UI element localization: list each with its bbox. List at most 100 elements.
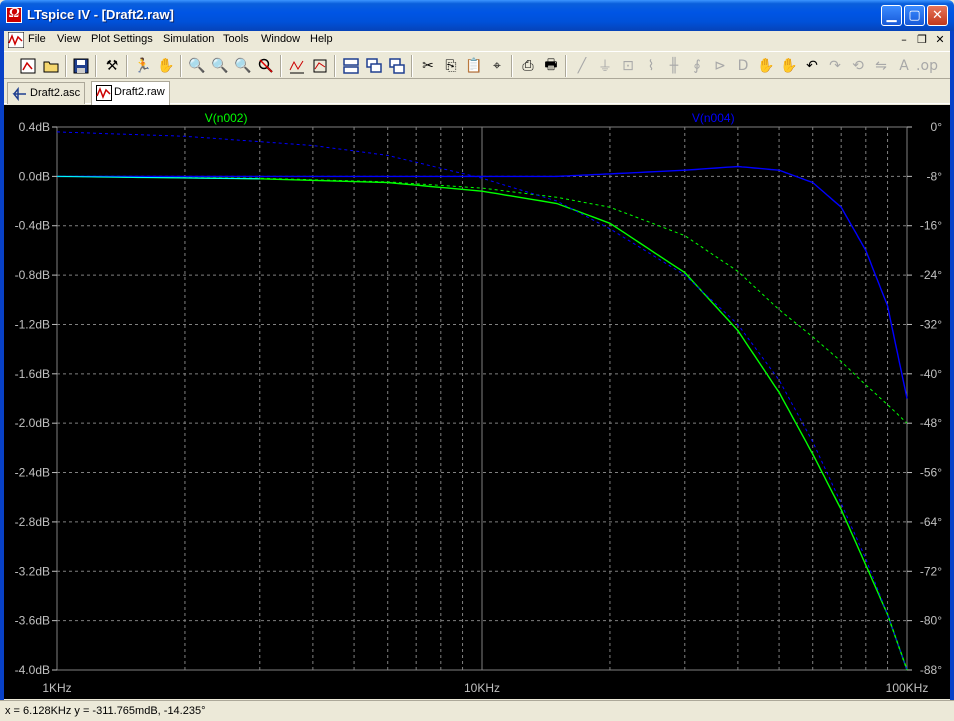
- menu-window[interactable]: Window: [261, 33, 300, 45]
- toolbar-separator: [511, 55, 513, 77]
- menu-plot-settings[interactable]: Plot Settings: [91, 33, 153, 45]
- text-icon[interactable]: A: [894, 56, 914, 76]
- menu-view[interactable]: View: [57, 33, 81, 45]
- tile-vertical-icon[interactable]: [387, 56, 407, 76]
- right-axis-label: -48°: [920, 416, 942, 430]
- waveform-icon: [96, 85, 112, 101]
- drag-icon[interactable]: ✋: [779, 56, 799, 76]
- new-schematic-icon[interactable]: [18, 56, 38, 76]
- title-bar[interactable]: Ω LTspice IV - [Draft2.raw] ▁ ▢ ✕: [0, 0, 954, 31]
- menu-simulation-label: Simulation: [163, 33, 215, 45]
- minimize-button[interactable]: ▁: [881, 5, 902, 26]
- right-axis-label: -72°: [920, 564, 942, 578]
- component-icon[interactable]: D: [733, 56, 753, 76]
- control-panel-icon[interactable]: ⚒: [102, 56, 122, 76]
- copy-icon[interactable]: ⎘: [441, 56, 461, 76]
- right-axis-label: -88°: [920, 663, 942, 677]
- waveform-plot-pane[interactable]: 0.4dB 0.0dB -0.4dB -0.8dB -1.2dB -1.6dB -2.0dB…: [4, 105, 950, 699]
- capacitor-icon[interactable]: ╫: [664, 56, 684, 76]
- toolbar-separator: [334, 55, 336, 77]
- x-axis-label: 100KHz: [886, 681, 929, 695]
- tab-draft2-raw[interactable]: Draft2.raw: [91, 81, 170, 105]
- plot-settings-icon[interactable]: [310, 56, 330, 76]
- left-axis-label: -2.4dB: [15, 466, 50, 480]
- menu-tools-label: Tools: [223, 33, 249, 45]
- tab-draft2-asc[interactable]: Draft2.asc: [7, 82, 86, 104]
- zoom-out-icon[interactable]: 🔍: [210, 56, 230, 76]
- menu-bar: File View Plot Settings Simulation Tools…: [4, 31, 950, 50]
- label-icon[interactable]: ⊡: [618, 56, 638, 76]
- trace-label-vn004: V(n004): [692, 111, 735, 125]
- spice-directive-icon[interactable]: .op: [916, 56, 938, 76]
- menu-tools[interactable]: Tools: [223, 33, 249, 45]
- left-axis-label: -3.2dB: [15, 564, 50, 578]
- cancel-zoom-icon[interactable]: [256, 56, 276, 76]
- tab-draft2-asc-label: Draft2.asc: [30, 87, 81, 99]
- toolbar-separator: [180, 55, 182, 77]
- menu-help[interactable]: Help: [310, 33, 333, 45]
- maximize-button[interactable]: ▢: [904, 5, 925, 26]
- undo-icon[interactable]: ↶: [802, 56, 822, 76]
- autorange-icon[interactable]: [287, 56, 307, 76]
- mirror-icon[interactable]: ⇋: [871, 56, 891, 76]
- tab-draft2-raw-label: Draft2.raw: [114, 86, 165, 98]
- mdi-restore-button[interactable]: ❐: [914, 33, 930, 47]
- paste-icon[interactable]: 📋: [464, 56, 484, 76]
- cut-icon[interactable]: ✂: [418, 56, 438, 76]
- window-border-right: [950, 31, 954, 701]
- trace-label-vn002: V(n002): [205, 111, 248, 125]
- left-axis-label: -2.0dB: [15, 416, 50, 430]
- menu-plot-settings-label: Plot Settings: [91, 33, 153, 45]
- menu-view-label: View: [57, 33, 81, 45]
- left-axis-label: 0.4dB: [19, 120, 50, 134]
- diode-icon[interactable]: ⊳: [710, 56, 730, 76]
- right-axis-label: -8°: [927, 169, 943, 183]
- menu-simulation[interactable]: Simulation: [163, 33, 214, 45]
- left-axis-label: -4.0dB: [15, 663, 50, 677]
- right-axis-label: -64°: [920, 515, 942, 529]
- run-icon[interactable]: 🏃: [133, 56, 153, 76]
- right-axis-label: -40°: [920, 367, 942, 381]
- waveform-plot[interactable]: 0.4dB 0.0dB -0.4dB -0.8dB -1.2dB -1.6dB -2.0dB…: [4, 105, 950, 699]
- toolbar-separator: [565, 55, 567, 77]
- save-icon[interactable]: [71, 56, 91, 76]
- redo-icon[interactable]: ↷: [825, 56, 845, 76]
- window-title: LTspice IV - [Draft2.raw]: [27, 7, 174, 22]
- zoom-full-icon[interactable]: 🔍: [233, 56, 253, 76]
- wire-icon[interactable]: ╱: [572, 56, 592, 76]
- print-icon[interactable]: 🖶: [541, 56, 561, 76]
- rotate-icon[interactable]: ⟲: [848, 56, 868, 76]
- move-icon[interactable]: ✋: [756, 56, 776, 76]
- open-icon[interactable]: [41, 56, 61, 76]
- left-axis-label: -3.6dB: [15, 614, 50, 628]
- status-bar: x = 6.128KHz y = -311.765mdB, -14.235°: [0, 700, 954, 721]
- left-axis-label: 0.0dB: [19, 169, 50, 183]
- menu-file[interactable]: File: [28, 33, 46, 45]
- mdi-close-button[interactable]: ✕: [932, 33, 948, 47]
- left-axis-label: -1.6dB: [15, 367, 50, 381]
- halt-icon[interactable]: ✋: [156, 56, 176, 76]
- right-axis-label: -80°: [920, 614, 942, 628]
- menu-file-label: File: [28, 33, 46, 45]
- close-button[interactable]: ✕: [927, 5, 948, 26]
- waveform-window-icon[interactable]: [8, 32, 24, 48]
- tile-horizontal-icon[interactable]: [341, 56, 361, 76]
- mdi-minimize-button[interactable]: –: [896, 33, 912, 47]
- toolbar-separator: [95, 55, 97, 77]
- cascade-icon[interactable]: [364, 56, 384, 76]
- toolbar: ⚒ 🏃 ✋ 🔍 🔍 🔍 ✂ ⎘ 📋 ⌖ ⎙ 🖶 ╱ ⏚ ⊡ ⌇ ╫ ∮ ⊳ D …: [4, 51, 950, 79]
- inductor-icon[interactable]: ∮: [687, 56, 707, 76]
- resistor-icon[interactable]: ⌇: [641, 56, 661, 76]
- right-axis-label: 0°: [931, 120, 943, 134]
- menu-help-label: Help: [310, 33, 333, 45]
- toolbar-separator: [411, 55, 413, 77]
- left-axis-label: -1.2dB: [15, 317, 50, 331]
- cursor-readout: x = 6.128KHz y = -311.765mdB, -14.235°: [5, 705, 206, 717]
- zoom-in-icon[interactable]: 🔍: [187, 56, 207, 76]
- print-preview-icon[interactable]: ⎙: [518, 56, 538, 76]
- left-axis-label: -0.8dB: [15, 268, 50, 282]
- ltspice-app-icon[interactable]: Ω: [6, 6, 22, 23]
- ground-icon[interactable]: ⏚: [595, 56, 615, 76]
- find-icon[interactable]: ⌖: [487, 56, 507, 76]
- right-axis-label: -24°: [920, 268, 942, 282]
